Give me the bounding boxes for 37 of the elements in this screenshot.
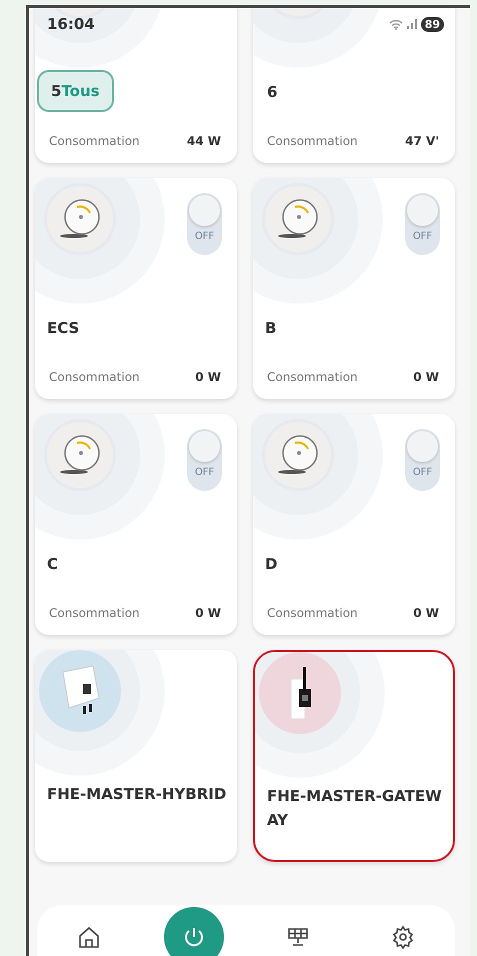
device-card[interactable]: OFF B Consommation 0 W [253, 178, 455, 399]
card-title: C [47, 555, 58, 573]
wifi-icon [388, 18, 403, 30]
thermostat-drawing [278, 197, 318, 241]
consumption-value: 0 W [413, 606, 439, 620]
card-title: FHE-MASTER-GATEW AY [267, 787, 442, 829]
consumption-label: Consommation [267, 606, 358, 620]
device-card[interactable]: OFF D Consommation 0 W [253, 414, 455, 635]
device-card[interactable]: OFF ECS Consommation 0 W [35, 178, 237, 399]
device-card[interactable]: FHE-MASTER-GATEW AY [253, 650, 455, 862]
consumption-value: 0 W [195, 606, 221, 620]
home-icon [77, 925, 102, 949]
solar-panel-icon [286, 925, 310, 949]
thermostat-drawing [60, 433, 100, 477]
card-title: 6 [267, 83, 278, 101]
consumption-value: 0 W [195, 370, 221, 384]
consumption-label: Consommation [267, 134, 358, 148]
thermostat-drawing [278, 433, 318, 477]
device-card[interactable]: OFF C Consommation 0 W [35, 414, 237, 635]
signal-icon [406, 19, 417, 29]
card-title: ECS [47, 319, 80, 337]
settings-icon [390, 925, 415, 949]
consumption-label: Consommation [49, 370, 140, 384]
status-time: 16:04 [47, 15, 95, 33]
consumption-label: Consommation [267, 370, 358, 384]
filter-chip[interactable]: 5Tous [37, 70, 114, 112]
card-title: B [265, 319, 276, 337]
consumption-value: 0 W [413, 370, 439, 384]
card-title: D [265, 555, 278, 573]
thermostat-drawing [60, 197, 100, 241]
consumption-label: Consommation [49, 606, 140, 620]
card-title: FHE-MASTER-HYBRID [47, 785, 226, 803]
consumption-label: Consommation [49, 134, 140, 148]
consumption-value: 47 V' [405, 134, 439, 148]
card-title: 5 [51, 82, 62, 100]
device-card[interactable]: FHE-MASTER-HYBRID [35, 650, 237, 862]
consumption-value: 44 W [186, 134, 221, 148]
